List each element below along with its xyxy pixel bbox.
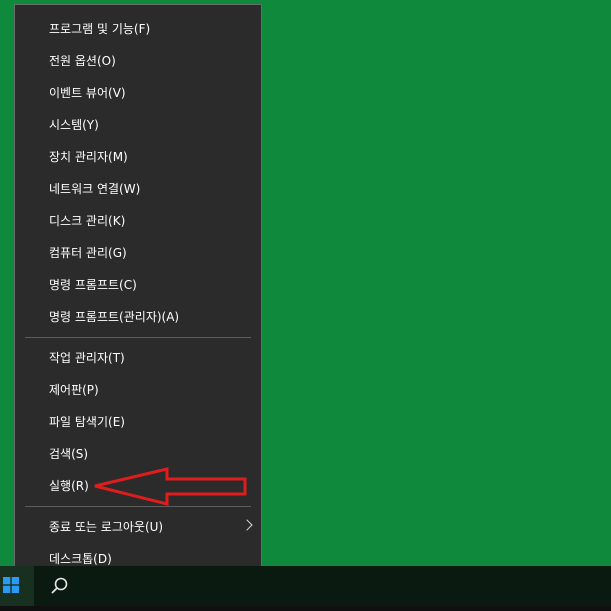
menu-item-label: 전원 옵션(O) [49, 53, 116, 68]
menu-item-computer-management[interactable]: 컴퓨터 관리(G) [15, 238, 261, 266]
menu-item-label: 데스크톱(D) [49, 551, 112, 566]
menu-item-label: 장치 관리자(M) [49, 149, 128, 164]
red-outline-arrow-icon [94, 467, 247, 506]
menu-item-label: 실행(R) [49, 478, 89, 493]
menu-item-label: 디스크 관리(K) [49, 213, 126, 228]
menu-item-disk-management[interactable]: 디스크 관리(K) [15, 206, 261, 234]
menu-item-system[interactable]: 시스템(Y) [15, 110, 261, 138]
menu-item-programs-features[interactable]: 프로그램 및 기능(F) [15, 14, 261, 42]
menu-item-label: 네트워크 연결(W) [49, 181, 141, 196]
menu-item-label: 명령 프롬프트(관리자)(A) [49, 309, 180, 324]
start-button[interactable] [0, 566, 34, 606]
menu-item-label: 종료 또는 로그아웃(U) [49, 519, 164, 534]
menu-item-label: 이벤트 뷰어(V) [49, 85, 126, 100]
menu-item-power-options[interactable]: 전원 옵션(O) [15, 46, 261, 74]
menu-item-label: 명령 프롬프트(C) [49, 277, 137, 292]
menu-item-command-prompt[interactable]: 명령 프롬프트(C) [15, 270, 261, 298]
taskbar-edge [0, 606, 611, 611]
magnifier-icon [51, 577, 68, 594]
chevron-right-icon [241, 519, 253, 531]
menu-item-label: 검색(S) [49, 446, 89, 461]
menu-item-network-connections[interactable]: 네트워크 연결(W) [15, 174, 261, 202]
taskbar [0, 566, 611, 611]
menu-item-shutdown-signout[interactable]: 종료 또는 로그아웃(U) [15, 512, 261, 540]
menu-item-label: 제어판(P) [49, 382, 99, 397]
menu-item-device-manager[interactable]: 장치 관리자(M) [15, 142, 261, 170]
menu-item-file-explorer[interactable]: 파일 탐색기(E) [15, 407, 261, 435]
taskbar-search-button[interactable] [34, 566, 82, 606]
desktop: { "menu": { "items": [ {"label": "프로그램 및… [0, 0, 611, 611]
menu-item-label: 시스템(Y) [49, 117, 99, 132]
menu-item-event-viewer[interactable]: 이벤트 뷰어(V) [15, 78, 261, 106]
menu-item-label: 컴퓨터 관리(G) [49, 245, 127, 260]
windows-logo-icon [3, 577, 19, 593]
menu-item-command-prompt-admin[interactable]: 명령 프롬프트(관리자)(A) [15, 302, 261, 330]
menu-item-label: 프로그램 및 기능(F) [49, 21, 151, 36]
menu-item-label: 작업 관리자(T) [49, 350, 125, 365]
menu-item-label: 파일 탐색기(E) [49, 414, 125, 429]
menu-item-task-manager[interactable]: 작업 관리자(T) [15, 343, 261, 371]
menu-separator [25, 337, 251, 338]
menu-item-control-panel[interactable]: 제어판(P) [15, 375, 261, 403]
